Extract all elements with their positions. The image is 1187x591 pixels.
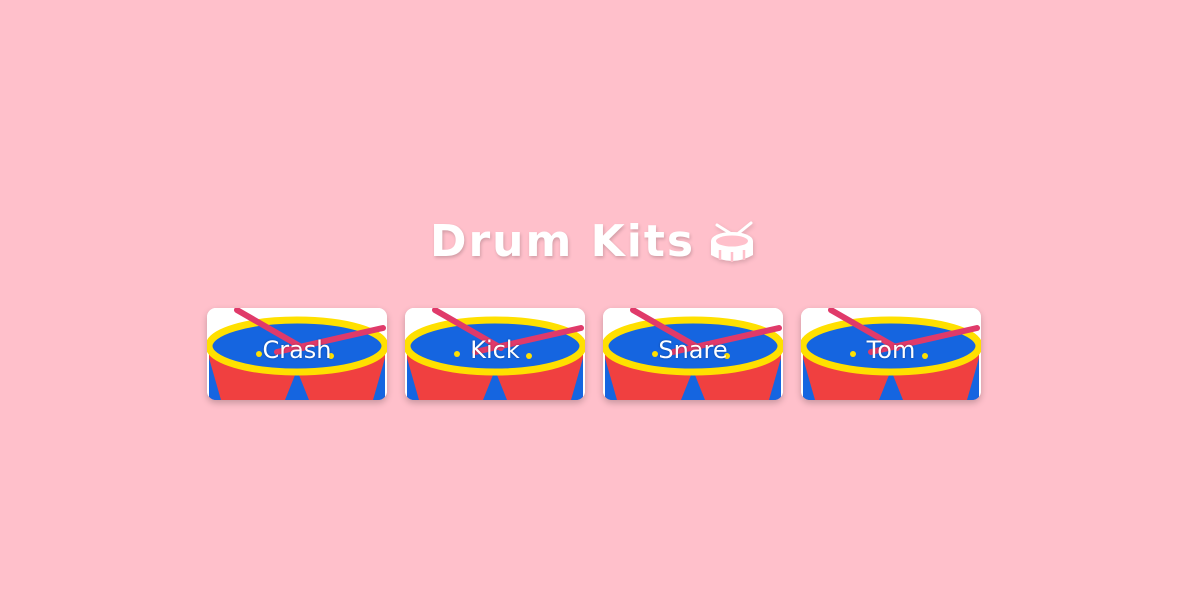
- drum-pad-label: Kick: [470, 336, 520, 364]
- drum-pad-kick[interactable]: Kick: [405, 308, 585, 400]
- drum-pad-tom[interactable]: Tom: [801, 308, 981, 400]
- page-header: Drum Kits: [0, 212, 1187, 272]
- drum-pad-label: Snare: [658, 336, 728, 364]
- drum-pad-list: Crash Kick Snare Tom: [207, 308, 981, 400]
- page-title: Drum Kits: [429, 216, 696, 267]
- drum-pad-crash[interactable]: Crash: [207, 308, 387, 400]
- drum-pad-label: Crash: [262, 336, 332, 364]
- drum-pad-snare[interactable]: Snare: [603, 308, 783, 400]
- drum-pad-label: Tom: [866, 336, 916, 364]
- drum-icon: [707, 219, 757, 265]
